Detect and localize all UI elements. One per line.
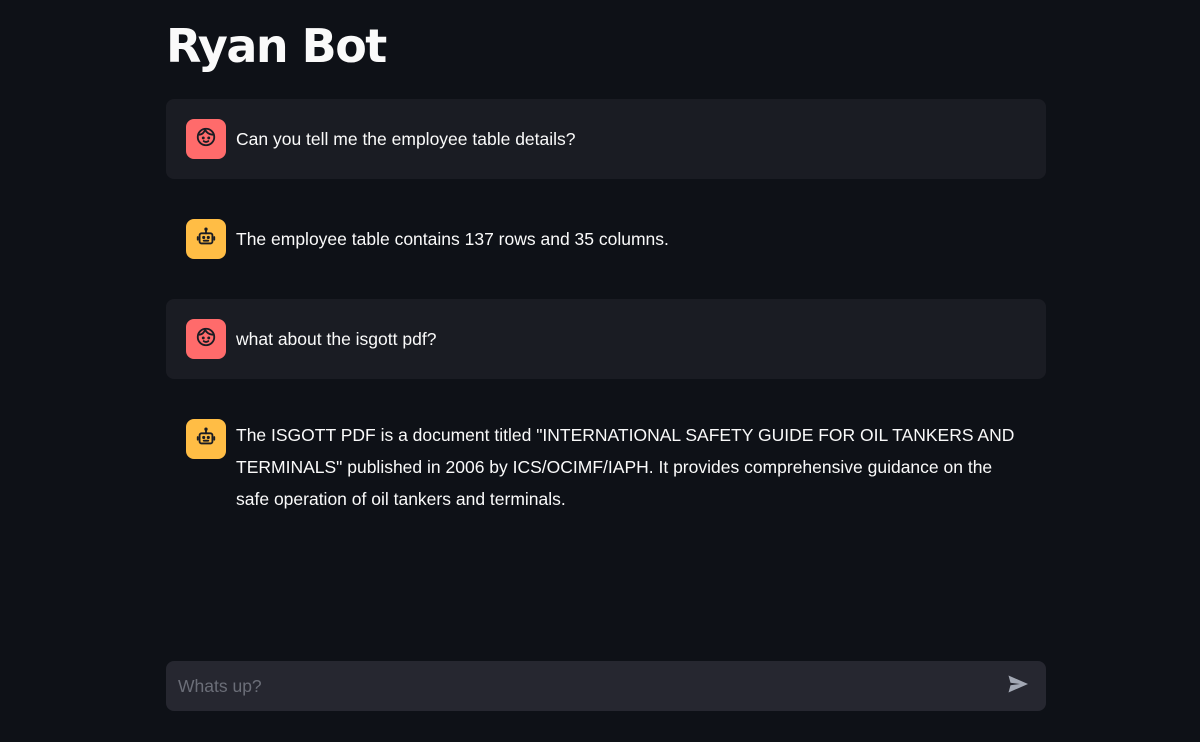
- chat-message-user: Can you tell me the employee table detai…: [166, 99, 1046, 179]
- user-face-icon: [195, 326, 217, 353]
- robot-icon: [195, 226, 217, 253]
- user-avatar: [186, 319, 226, 359]
- message-text: The employee table contains 137 rows and…: [236, 229, 669, 249]
- chat-message-assistant: The employee table contains 137 rows and…: [166, 199, 1046, 279]
- send-button[interactable]: [998, 666, 1038, 706]
- message-list: Can you tell me the employee table detai…: [166, 99, 1046, 555]
- chat-message-assistant: The ISGOTT PDF is a document titled "INT…: [166, 399, 1046, 535]
- user-face-icon: [195, 126, 217, 153]
- app-window: Ryan Bot Can you tell me the employee ta…: [0, 0, 1200, 742]
- user-avatar: [186, 119, 226, 159]
- message-text: what about the isgott pdf?: [236, 329, 437, 349]
- robot-icon: [195, 426, 217, 453]
- assistant-avatar: [186, 419, 226, 459]
- chat-input-bar: [166, 661, 1046, 711]
- chat-area: Can you tell me the employee table detai…: [166, 0, 1046, 650]
- assistant-avatar: [186, 219, 226, 259]
- chat-message-user: what about the isgott pdf?: [166, 299, 1046, 379]
- chat-input-field[interactable]: [166, 661, 998, 711]
- message-text: Can you tell me the employee table detai…: [236, 129, 576, 149]
- message-text: The ISGOTT PDF is a document titled "INT…: [236, 425, 1015, 509]
- send-icon: [1006, 672, 1030, 701]
